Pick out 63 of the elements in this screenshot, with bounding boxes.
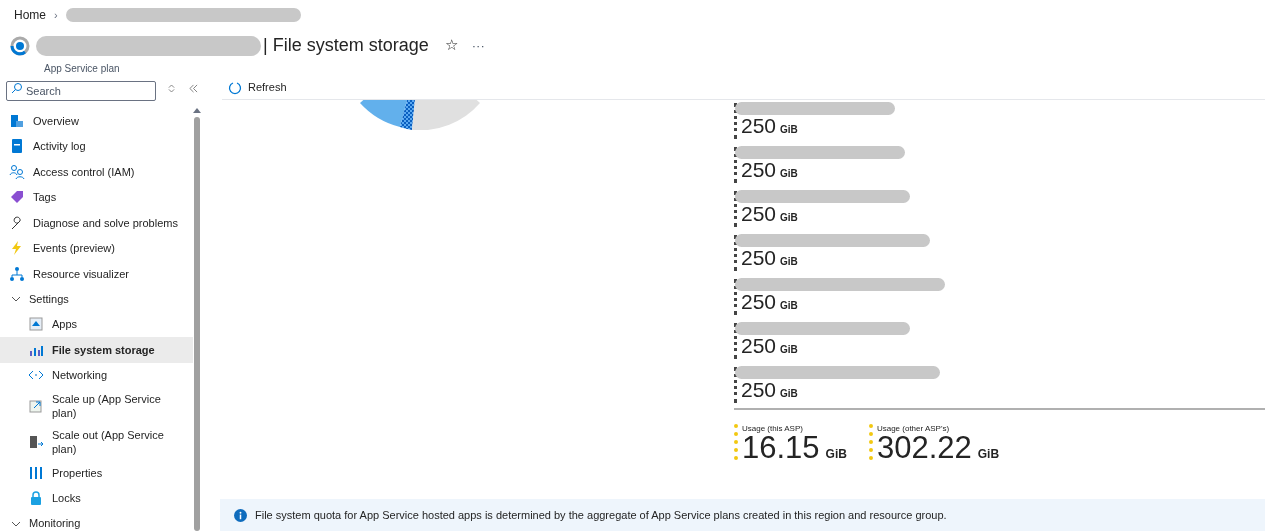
legend-unit: GiB xyxy=(780,343,798,357)
overview-icon xyxy=(9,112,25,129)
app-service-plan-icon xyxy=(10,36,30,56)
info-text: File system quota for App Service hosted apps is determined by the aggregate of App Service plans created in this region and resource group. xyxy=(255,507,947,523)
sort-icon[interactable] xyxy=(168,83,175,93)
more-button[interactable]: ··· xyxy=(471,35,485,56)
chevron-icon xyxy=(11,294,21,304)
usage-label: Usage (other ASP's) xyxy=(876,424,951,434)
properties-icon xyxy=(28,464,44,481)
nav-item[interactable]: Diagnose and solve problems xyxy=(0,210,193,236)
nav-item[interactable]: Apps xyxy=(0,311,193,337)
favorite-button[interactable]: ☆ xyxy=(444,34,458,57)
nav-item[interactable]: Overview xyxy=(0,108,193,134)
refresh-icon xyxy=(228,80,242,95)
refresh-button[interactable]: Refresh xyxy=(228,79,287,96)
nav-item[interactable]: Events (preview) xyxy=(0,235,193,261)
usage-label: Usage (this ASP) xyxy=(742,424,804,434)
scale-up-icon xyxy=(28,398,44,414)
nav-item[interactable]: Networking xyxy=(0,362,193,388)
nav-group-header[interactable]: Settings xyxy=(0,286,193,312)
legend-unit: GiB xyxy=(780,299,798,313)
legend-unit: GiB xyxy=(780,387,798,401)
nav-item[interactable]: Scale out (App Service plan) xyxy=(0,424,193,460)
breadcrumb-link[interactable]: Home xyxy=(14,6,46,24)
legend-value: 250 xyxy=(741,379,777,401)
legend-value: 250 xyxy=(741,159,777,181)
apps-icon xyxy=(28,316,44,333)
nav-group-header[interactable]: Monitoring xyxy=(0,511,193,531)
nav-item[interactable]: File system storage xyxy=(0,337,193,363)
search-field[interactable]: Search xyxy=(6,81,156,101)
legend-unit: GiB xyxy=(780,255,798,269)
legend-value: 250 xyxy=(741,115,777,137)
collapse-icon[interactable] xyxy=(189,83,198,93)
search-icon xyxy=(11,82,23,94)
nav-item[interactable]: Access control (IAM) xyxy=(0,159,193,185)
nav-item[interactable]: Scale up (App Service plan) xyxy=(0,388,193,424)
usage-value: 302.22 xyxy=(876,434,972,462)
nav-item[interactable]: Locks xyxy=(0,485,193,511)
nav-item[interactable]: Activity log xyxy=(0,133,193,159)
people-icon xyxy=(9,163,25,180)
legend-unit: GiB xyxy=(780,123,798,137)
legend-unit: GiB xyxy=(780,211,798,225)
legend-unit: GiB xyxy=(780,167,798,181)
log-icon xyxy=(9,138,25,155)
usage-unit: GiB xyxy=(825,446,847,463)
tag-icon xyxy=(9,189,25,206)
usage-unit: GiB xyxy=(977,446,1000,463)
scale-out-icon xyxy=(28,434,44,450)
scrollbar[interactable] xyxy=(193,108,201,531)
nav-item[interactable]: Tags xyxy=(0,184,193,210)
legend-value: 250 xyxy=(741,247,777,269)
usage-value: 16.15 xyxy=(742,434,820,462)
resource-type-label: App Service plan xyxy=(44,62,121,76)
nav-item[interactable]: Resource visualizer xyxy=(0,261,193,287)
legend-value: 250 xyxy=(741,335,777,357)
info-icon xyxy=(234,508,247,522)
legend-value: 250 xyxy=(741,291,777,313)
page-title: | File system storage xyxy=(263,34,429,57)
hierarchy-icon xyxy=(9,265,25,282)
lock-icon xyxy=(28,490,44,507)
nav-item[interactable]: Properties xyxy=(0,460,193,486)
legend-value: 250 xyxy=(741,203,777,225)
breadcrumb-separator: › xyxy=(54,7,58,23)
